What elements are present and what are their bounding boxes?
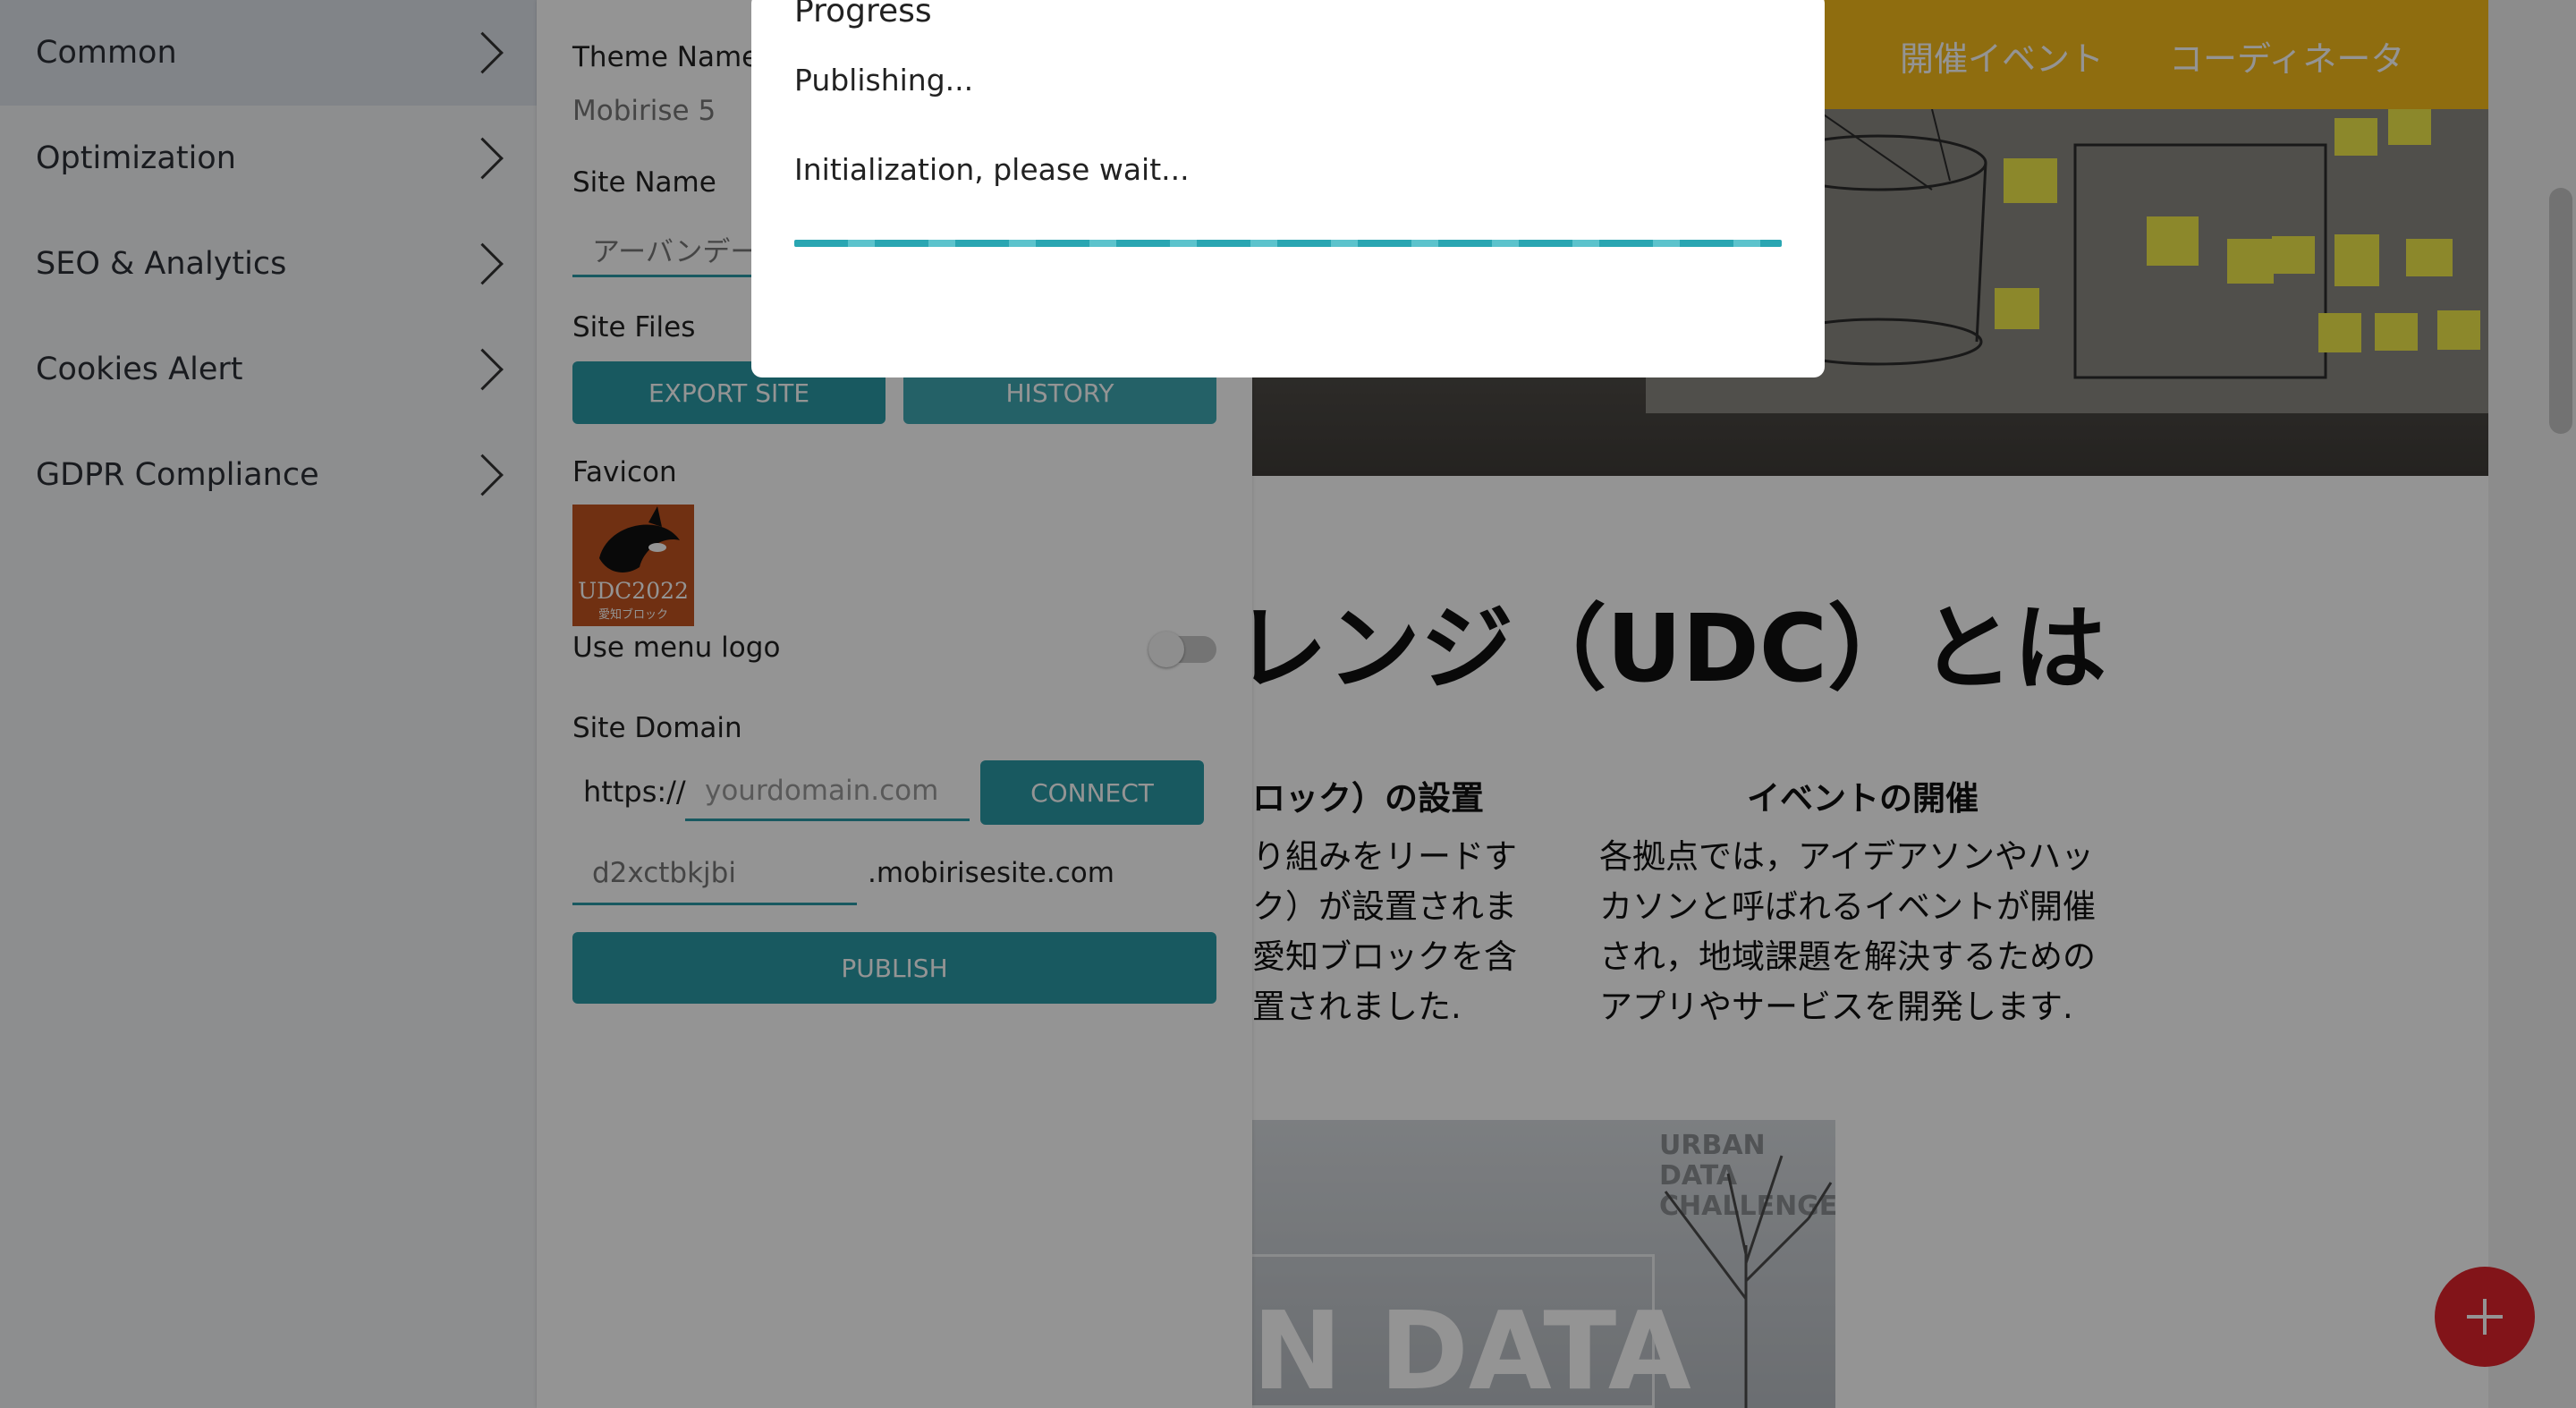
dialog-title: Progress [794, 0, 932, 30]
progress-dialog: Progress Publishing... Initialization, p… [751, 0, 1825, 377]
dialog-status: Publishing... [794, 63, 974, 98]
dialog-message: Initialization, please wait... [794, 152, 1190, 187]
progress-bar-fill [794, 240, 1782, 247]
progress-bar [794, 240, 1782, 247]
